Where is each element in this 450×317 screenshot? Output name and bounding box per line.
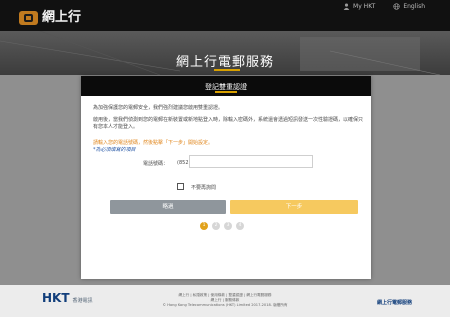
instruction-text: 請輸入您的電話號碼，然後點擊「下一步」開始設定。 <box>93 140 214 146</box>
logo[interactable]: 網上行 <box>19 11 81 25</box>
two-factor-modal: 登記雙重認證 為加強保護您的電郵安全，我們強烈建議您啟用雙重認證。 啟用後，當我… <box>81 76 371 279</box>
details-paragraph: 啟用後，當我們偵測到您的電郵在新裝置或新地點登入時，除輸入密碼外，系統還會透過短… <box>93 117 364 130</box>
modal-title-underline <box>215 91 237 93</box>
globe-icon <box>393 3 400 10</box>
dont-ask-checkbox[interactable] <box>177 183 184 190</box>
hero-banner: 網上行電郵服務 <box>0 31 450 75</box>
hkt-logo[interactable]: HKT 香港電訊 <box>42 292 93 304</box>
language-label: English <box>403 3 425 10</box>
footer-copyright: © Hong Kong Telecommunications (HKT) Lim… <box>162 303 288 307</box>
step-indicator: 1 2 3 4 <box>200 222 244 230</box>
phone-label: 電話號碼： <box>143 161 169 167</box>
top-bar: 網上行 My HKT English <box>0 0 450 31</box>
step-3: 3 <box>224 222 232 230</box>
user-icon <box>343 3 350 10</box>
step-2: 2 <box>212 222 220 230</box>
my-hkt-label: My HKT <box>353 3 376 10</box>
step-4: 4 <box>236 222 244 230</box>
logo-badge-icon <box>19 11 38 25</box>
intro-paragraph: 為加強保護您的電郵安全，我們強烈建議您啟用雙重認證。 <box>93 105 224 111</box>
my-hkt-link[interactable]: My HKT <box>343 3 375 10</box>
step-1: 1 <box>200 222 208 230</box>
required-note: *為必須填寫的項目 <box>93 147 136 153</box>
modal-header: 登記雙重認證 <box>81 76 371 96</box>
dont-ask-label[interactable]: 不要再詢問 <box>191 184 216 191</box>
next-button[interactable]: 下一步 <box>230 200 358 214</box>
hkt-brand-sub: 香港電訊 <box>72 298 93 304</box>
hkt-brand: HKT <box>42 291 70 305</box>
phone-input[interactable] <box>189 155 313 168</box>
footer-links: 網上行 | 私隱政策 | 使用條款 | 雙重認證 | 網上行電郵服務 網上行 |… <box>140 293 310 308</box>
language-link[interactable]: English <box>393 3 425 10</box>
footer-service-name[interactable]: 網上行電郵服務 <box>377 299 412 306</box>
skip-button[interactable]: 略過 <box>110 200 226 214</box>
logo-text: 網上行 <box>42 10 82 25</box>
top-links: My HKT English <box>343 3 425 10</box>
hero-underline <box>214 69 240 71</box>
hero-title: 網上行電郵服務 <box>175 55 274 70</box>
